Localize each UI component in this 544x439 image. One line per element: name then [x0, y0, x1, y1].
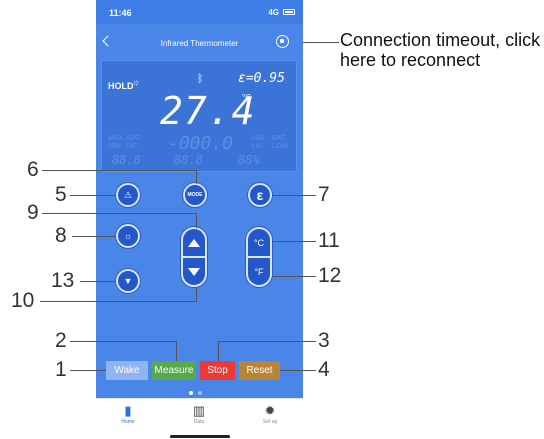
callout-12: 12	[318, 264, 342, 287]
callout-line-5	[70, 195, 116, 196]
temperature-unit: °C	[242, 93, 251, 102]
callout-line-13	[80, 281, 116, 282]
callout-line-7	[272, 195, 316, 196]
reconnect-icon[interactable]	[276, 35, 289, 48]
battery-icon	[283, 9, 295, 15]
callout-line-9b	[196, 213, 197, 228]
callout-1: 1	[55, 358, 67, 381]
hold-indicator: HOLD	[108, 81, 134, 91]
ghost-label-min: MIN	[108, 143, 121, 150]
callout-line-10a	[40, 301, 197, 302]
measure-button[interactable]: Measure	[152, 361, 196, 380]
bar-chart-icon: ▥	[192, 403, 206, 418]
callout-3: 3	[318, 329, 330, 352]
ghost-label-dif: DIF	[126, 143, 138, 150]
fahrenheit-label: °F	[254, 267, 264, 277]
arrow-down-icon	[188, 268, 200, 276]
callout-line-reconnect	[303, 42, 339, 43]
page-title: Infrared Thermometer	[160, 39, 239, 48]
callout-line-9a	[42, 213, 197, 214]
nav-bar: Infrared Thermometer	[96, 24, 303, 58]
callout-8: 8	[55, 224, 67, 247]
segment-left: 88.8	[112, 153, 141, 167]
laser-button[interactable]: ⚠	[116, 183, 140, 207]
emissivity-readout: ε=0.95	[238, 71, 285, 86]
adjust-pill	[181, 227, 207, 287]
callout-line-3a	[218, 341, 316, 342]
ghost-label-avg: AVG	[126, 135, 141, 142]
ghost-label-bat: BAT	[272, 135, 286, 142]
reconnect-note: Connection timeout, click here to reconn…	[340, 30, 541, 70]
celsius-label: °C	[253, 238, 265, 248]
tab-home[interactable]: ▮ Home	[98, 403, 158, 425]
arrow-up-icon	[188, 239, 200, 247]
ghost-label-low: LOW	[272, 143, 288, 150]
callout-line-8	[72, 236, 116, 237]
callout-line-4	[280, 370, 316, 371]
callout-line-3b	[218, 341, 219, 361]
callout-4: 4	[318, 358, 330, 381]
down-button[interactable]	[183, 258, 205, 286]
up-button[interactable]	[183, 229, 205, 257]
callout-line-11	[272, 241, 316, 242]
reset-button[interactable]: Reset	[239, 361, 280, 380]
bluetooth-icon: ᛒ	[197, 73, 204, 85]
tab-setup[interactable]: ✹ Set up	[240, 403, 300, 425]
wake-button[interactable]: Wake	[106, 361, 148, 380]
callout-6: 6	[27, 158, 39, 181]
page-indicator	[96, 391, 303, 395]
mode-button[interactable]: MODE	[183, 183, 207, 207]
stop-button[interactable]: Stop	[200, 361, 235, 380]
emissivity-icon: ε	[256, 187, 264, 203]
laser-icon: ⚠	[123, 189, 133, 200]
home-indicator	[170, 435, 230, 438]
callout-line-6b	[196, 170, 197, 184]
callout-9: 9	[27, 201, 39, 224]
tab-setup-label: Set up	[262, 419, 278, 425]
callout-7: 7	[318, 183, 330, 206]
callout-10: 10	[11, 289, 35, 312]
ghost-label-max: MAX	[108, 135, 124, 142]
flashlight-button[interactable]: ▼	[116, 269, 140, 293]
flashlight-icon: ▼	[123, 276, 133, 286]
tab-home-label: Home	[121, 419, 135, 425]
tab-data[interactable]: ▥ Data	[169, 403, 229, 425]
ghost-label-lal: LAL	[252, 143, 265, 150]
backlight-button[interactable]: ☼	[116, 224, 140, 248]
callout-line-1	[70, 370, 106, 371]
callout-line-2b	[176, 341, 177, 361]
callout-2: 2	[55, 329, 67, 352]
phone-screen: 11:46 4G Infrared Thermometer HOLD ☼ ᛒ ε…	[96, 0, 303, 439]
callout-line-2a	[70, 341, 177, 342]
status-time: 11:46	[109, 8, 132, 18]
secondary-readout: -000.0	[168, 133, 234, 154]
gear-icon: ✹	[264, 403, 276, 418]
emissivity-button[interactable]: ε	[248, 183, 272, 207]
fahrenheit-button[interactable]: °F	[248, 258, 270, 286]
callout-line-10b	[196, 288, 197, 302]
backlight-icon: ☼	[123, 231, 133, 241]
thermometer-icon: ▮	[124, 403, 132, 418]
backlight-indicator-icon: ☼	[132, 77, 141, 87]
page-dot	[198, 391, 202, 395]
status-bar: 11:46 4G	[96, 0, 303, 24]
tab-data-label: Data	[193, 419, 205, 425]
ghost-label-hal: HAL	[252, 135, 266, 142]
network-indicator: 4G	[268, 8, 279, 17]
celsius-button[interactable]: °C	[248, 229, 270, 257]
segment-right: 88%	[238, 153, 260, 167]
page-dot-active	[189, 391, 193, 395]
unit-pill: °C °F	[246, 227, 272, 287]
lcd-display: HOLD ☼ ᛒ ε=0.95 27.4 °C MAX AVG MIN DIF …	[101, 60, 297, 172]
tab-bar: ▮ Home ▥ Data ✹ Set up	[96, 398, 303, 439]
callout-line-6a	[42, 170, 197, 171]
callout-11: 11	[318, 229, 340, 252]
callout-line-12	[272, 276, 316, 277]
callout-13: 13	[51, 269, 75, 292]
mode-label: MODE	[187, 192, 203, 198]
segment-mid: 88.8	[174, 153, 203, 167]
callout-5: 5	[55, 183, 67, 206]
